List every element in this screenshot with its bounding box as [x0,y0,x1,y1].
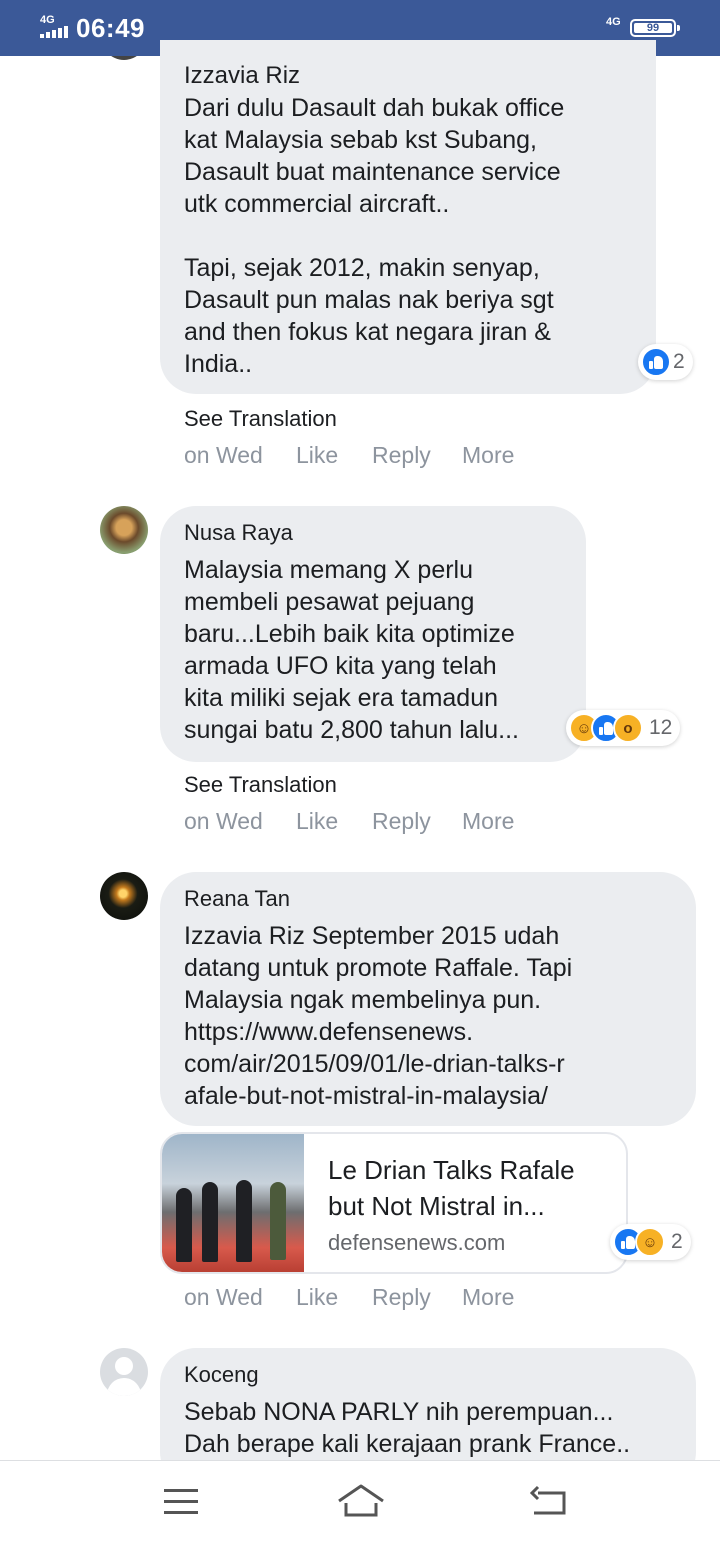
comment-timestamp: on Wed [184,442,263,468]
reply-button[interactable]: Reply [372,808,431,835]
see-translation-link[interactable]: See Translation [184,406,337,432]
avatar[interactable] [100,506,148,554]
link-preview-card[interactable]: Le Drian Talks Rafale but Not Mistral in… [160,1132,628,1274]
comment-bubble[interactable]: Nusa Raya Malaysia memang X perlu membel… [160,506,586,762]
battery-level: 99 [634,23,672,34]
menu-icon[interactable] [164,1489,198,1515]
comment-author[interactable]: Koceng [184,1362,259,1388]
like-button[interactable]: Like [296,442,338,469]
clock: 06:49 [76,13,145,43]
comment-text: Izzavia Riz September 2015 udah datang u… [184,922,573,1110]
back-icon[interactable] [530,1485,568,1517]
link-preview-title[interactable]: Le Drian Talks Rafale but Not Mistral in… [328,1152,618,1224]
comment-author[interactable]: Nusa Raya [184,520,293,546]
link-preview-image [162,1134,304,1272]
home-icon[interactable] [336,1481,386,1521]
network-type-right-label: 4G [606,16,621,28]
comment-timestamp: on Wed [184,1284,263,1310]
network-type-label: 4G [40,14,55,26]
like-icon [641,347,671,377]
comment-text: Dari dulu Dasault dah bukak office kat M… [184,94,565,378]
like-button[interactable]: Like [296,1284,338,1311]
comment-bubble[interactable]: Izzavia Riz Dari dulu Dasault dah bukak … [160,40,656,394]
comment-bubble[interactable]: Reana Tan Izzavia Riz September 2015 uda… [160,872,696,1126]
comment-text: Malaysia memang X perlu membeli pesawat … [184,556,519,744]
system-navigation-bar [0,1460,720,1544]
reply-button[interactable]: Reply [372,1284,431,1311]
reaction-summary[interactable]: 2 [638,344,693,380]
avatar[interactable] [100,872,148,920]
like-button[interactable]: Like [296,808,338,835]
reaction-summary[interactable]: ☺ o 12 [566,710,681,746]
avatar[interactable] [100,1348,148,1396]
signal-strength-icon [40,26,70,38]
reaction-summary[interactable]: ☺ 2 [610,1224,691,1260]
comment-text: Sebab NONA PARLY nih perempuan... Dah be… [184,1398,631,1458]
link-preview-domain: defensenews.com [328,1230,506,1255]
wow-icon: o [613,713,643,743]
more-button[interactable]: More [462,808,514,835]
comment-timestamp: on Wed [184,808,263,834]
more-button[interactable]: More [462,442,514,469]
more-button[interactable]: More [462,1284,514,1311]
comment-author[interactable]: Reana Tan [184,886,290,912]
reply-button[interactable]: Reply [372,442,431,469]
see-translation-link[interactable]: See Translation [184,772,337,798]
comment-author[interactable]: Izzavia Riz [184,62,300,90]
reaction-count: 12 [649,716,673,739]
reaction-count: 2 [671,1230,683,1253]
haha-icon: ☺ [635,1227,665,1257]
battery-icon: 99 [630,19,680,37]
reaction-count: 2 [673,350,685,373]
